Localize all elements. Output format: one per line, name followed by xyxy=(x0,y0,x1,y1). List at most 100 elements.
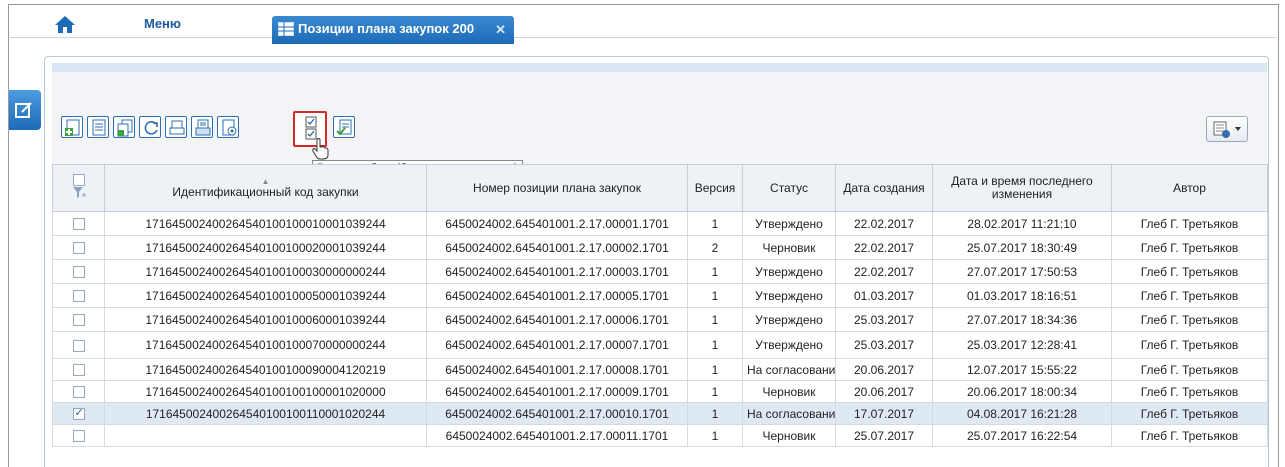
created-date-cell: 17.07.2017 xyxy=(835,402,933,425)
top-bar: Меню Позиции плана закупок 200 ✕ xyxy=(10,8,1277,44)
author-cell: Глеб Г. Третьяков xyxy=(1111,283,1268,308)
header-changed[interactable]: Дата и время последнего изменения xyxy=(932,164,1112,212)
table-row[interactable]: 171645002400264540100100060001039244 6450… xyxy=(52,307,1268,332)
edit-icon xyxy=(15,102,32,118)
preview-icon xyxy=(222,119,237,136)
column-settings-button[interactable] xyxy=(1206,116,1248,142)
author-cell: Глеб Г. Третьяков xyxy=(1111,235,1268,260)
table-row[interactable]: 1716450024002645401001001100010202446450… xyxy=(52,402,1268,425)
ikz-cell: 171645002400264540100100060001039244 xyxy=(104,307,427,332)
table-row[interactable]: 171645002400264540100100050001039244 6450… xyxy=(52,283,1268,308)
row-checkbox[interactable] xyxy=(72,242,85,255)
table-row[interactable]: 171645002400264540100100030000000244 6450… xyxy=(52,259,1268,284)
author-cell: Глеб Г. Третьяков xyxy=(1111,331,1268,359)
ikz-cell: 171645002400264540100100100001020000 xyxy=(104,380,427,403)
panel-header-strip xyxy=(52,63,1267,72)
ikz-cell xyxy=(104,424,427,447)
version-cell: 1 xyxy=(687,307,743,332)
tab-label: Позиции плана закупок 200 xyxy=(298,21,475,36)
version-cell: 2 xyxy=(687,235,743,260)
home-icon[interactable] xyxy=(54,14,76,34)
print-button[interactable] xyxy=(165,116,187,138)
row-checkbox[interactable] xyxy=(72,290,85,303)
menu-link[interactable]: Меню xyxy=(144,16,181,31)
approve-button[interactable] xyxy=(333,116,355,138)
position-number-cell: 6450024002.645401001.2.17.00003.1701 xyxy=(426,259,688,284)
print-list-button[interactable] xyxy=(191,116,213,138)
table-row[interactable]: 171645002400264540100100100001020000 6450… xyxy=(52,380,1268,403)
version-cell: 1 xyxy=(687,283,743,308)
row-checkbox[interactable] xyxy=(72,266,85,279)
created-date-cell: 25.03.2017 xyxy=(835,331,933,359)
version-cell: 1 xyxy=(687,380,743,403)
row-checkbox[interactable] xyxy=(72,314,85,327)
row-checkbox[interactable] xyxy=(72,406,85,421)
position-number-cell: 6450024002.645401001.2.17.00006.1701 xyxy=(426,307,688,332)
row-checkbox[interactable] xyxy=(72,386,85,399)
header-version[interactable]: Версия xyxy=(687,164,743,212)
status-cell: Черновик xyxy=(742,235,836,260)
side-panel-toggle[interactable] xyxy=(9,90,41,130)
document-check-icon xyxy=(336,119,352,136)
version-cell: 1 xyxy=(687,424,743,447)
select-all-header[interactable] xyxy=(52,164,105,212)
status-cell: Черновик xyxy=(742,380,836,403)
ikz-cell: 171645002400264540100100050001039244 xyxy=(104,283,427,308)
refresh-button[interactable] xyxy=(139,116,161,138)
preview-button[interactable] xyxy=(217,116,239,138)
tab-purchase-plan-positions[interactable]: Позиции плана закупок 200 ✕ xyxy=(272,16,514,44)
refresh-icon xyxy=(144,121,158,135)
created-date-cell: 22.02.2017 xyxy=(835,235,933,260)
table-row[interactable]: 171645002400264540100100070000000244 6450… xyxy=(52,331,1268,359)
row-checkbox-cell xyxy=(52,402,105,425)
table-row[interactable]: 171645002400264540100100090004120219 6450… xyxy=(52,358,1268,381)
changed-datetime-cell: 28.02.2017 11:21:10 xyxy=(932,211,1112,236)
row-checkbox[interactable] xyxy=(72,218,85,231)
row-checkbox-cell xyxy=(52,331,105,359)
changed-datetime-cell: 27.07.2017 17:50:53 xyxy=(932,259,1112,284)
table-row[interactable]: 171645002400264540100100020001039244 6450… xyxy=(52,235,1268,260)
status-cell: На согласовании xyxy=(742,358,836,381)
row-checkbox[interactable] xyxy=(72,430,85,443)
ikz-cell: 171645002400264540100100020001039244 xyxy=(104,235,427,260)
printer-icon xyxy=(195,119,211,136)
open-button[interactable] xyxy=(87,116,109,138)
header-author[interactable]: Автор xyxy=(1111,164,1268,212)
version-cell: 1 xyxy=(687,259,743,284)
filter-icon[interactable] xyxy=(72,186,86,200)
version-cell: 1 xyxy=(687,358,743,381)
position-number-cell: 6450024002.645401001.2.17.00005.1701 xyxy=(426,283,688,308)
row-checkbox-cell xyxy=(52,307,105,332)
author-cell: Глеб Г. Третьяков xyxy=(1111,211,1268,236)
positions-table: ▲ Идентификационный код закупки Номер поз… xyxy=(52,164,1268,447)
close-icon[interactable]: ✕ xyxy=(495,22,506,38)
author-cell: Глеб Г. Третьяков xyxy=(1111,307,1268,332)
status-cell: Утверждено xyxy=(742,283,836,308)
author-cell: Глеб Г. Третьяков xyxy=(1111,380,1268,403)
row-checkbox[interactable] xyxy=(72,364,85,377)
header-status[interactable]: Статус xyxy=(742,164,836,212)
status-cell: На согласовании xyxy=(742,402,836,425)
ikz-cell: 171645002400264540100100110001020244 xyxy=(104,402,427,425)
position-number-cell: 6450024002.645401001.2.17.00011.1701 xyxy=(426,424,688,447)
add-button[interactable] xyxy=(61,116,83,138)
header-ikz[interactable]: ▲ Идентификационный код закупки xyxy=(104,164,427,212)
ikz-cell: 171645002400264540100100090004120219 xyxy=(104,358,427,381)
created-date-cell: 25.03.2017 xyxy=(835,307,933,332)
changed-datetime-cell: 25.07.2017 16:22:54 xyxy=(932,424,1112,447)
changed-datetime-cell: 20.06.2017 18:00:34 xyxy=(932,380,1112,403)
header-position-number[interactable]: Номер позиции плана закупок xyxy=(426,164,688,212)
row-checkbox-cell xyxy=(52,259,105,284)
table-row[interactable]: 171645002400264540100100010001039244 6450… xyxy=(52,211,1268,236)
select-all-checkbox[interactable] xyxy=(72,173,85,186)
position-number-cell: 6450024002.645401001.2.17.00009.1701 xyxy=(426,380,688,403)
settings-columns-icon xyxy=(1213,121,1241,138)
position-number-cell: 6450024002.645401001.2.17.00008.1701 xyxy=(426,358,688,381)
row-checkbox-cell xyxy=(52,211,105,236)
created-date-cell: 25.07.2017 xyxy=(835,424,933,447)
copy-button[interactable] xyxy=(113,116,135,138)
header-created[interactable]: Дата создания xyxy=(835,164,933,212)
row-checkbox[interactable] xyxy=(72,339,85,352)
table-row[interactable]: 6450024002.645401001.2.17.00011.1701 1 Чер… xyxy=(52,424,1268,447)
table-icon xyxy=(278,22,294,36)
